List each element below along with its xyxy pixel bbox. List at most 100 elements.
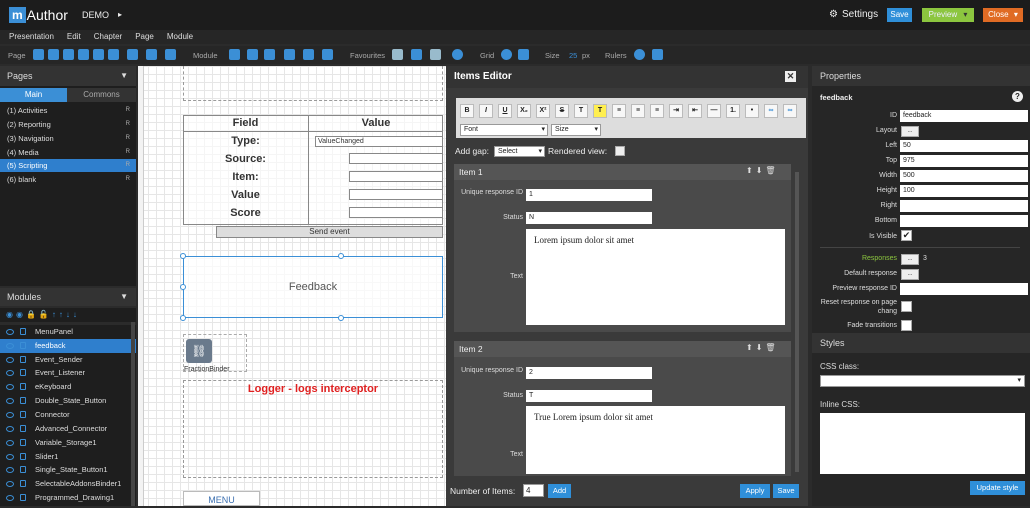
page-item-scripting[interactable]: (5) Scripting R: [0, 159, 136, 172]
page-props-icon[interactable]: [108, 49, 119, 60]
fade-transitions-checkbox[interactable]: [901, 320, 912, 331]
menu-presentation[interactable]: Presentation: [9, 30, 54, 44]
rulers-link-icon[interactable]: [652, 49, 663, 60]
value-field[interactable]: [349, 189, 443, 200]
copy-icon[interactable]: [264, 49, 275, 60]
item-field[interactable]: [349, 171, 443, 182]
dialog-save-button[interactable]: Save: [773, 484, 799, 498]
page-item-activities[interactable]: (1) Activities R: [0, 104, 136, 117]
highlight-button[interactable]: T: [593, 104, 607, 118]
lock-icon[interactable]: [20, 369, 26, 376]
text-area[interactable]: True Lorem ipsum dolor sit amet: [526, 406, 785, 474]
align-left-button[interactable]: ≡: [612, 104, 626, 118]
eye-icon[interactable]: [6, 467, 14, 473]
lock-icon[interactable]: [20, 480, 26, 487]
eye-icon[interactable]: [6, 329, 14, 335]
module-item[interactable]: Connector: [0, 408, 136, 422]
underline-button[interactable]: U: [498, 104, 512, 118]
eye-icon[interactable]: [6, 412, 14, 418]
type-field[interactable]: ValueChanged: [315, 136, 443, 147]
page-item-media[interactable]: (4) Media R: [0, 146, 136, 159]
save-button[interactable]: Save: [887, 8, 912, 22]
status-input[interactable]: T: [526, 390, 652, 402]
css-class-select[interactable]: ▾: [820, 375, 1025, 387]
play-icon[interactable]: ▸: [118, 10, 122, 19]
menu-module[interactable]: Module: [167, 30, 193, 44]
default-response-button[interactable]: ...: [901, 269, 919, 280]
delete-page-icon[interactable]: [93, 49, 104, 60]
prop-top-input[interactable]: 975: [900, 155, 1028, 167]
modules-scrollbar[interactable]: [131, 322, 135, 506]
eye-icon[interactable]: [6, 370, 14, 376]
unlink-button[interactable]: ∞: [783, 104, 797, 118]
distribute-icon[interactable]: [322, 49, 333, 60]
lock-icon[interactable]: [20, 494, 26, 501]
eye-icon[interactable]: [6, 454, 14, 460]
lock-icon[interactable]: [20, 397, 26, 404]
apply-button[interactable]: Apply: [740, 484, 770, 498]
align-right-button[interactable]: ≡: [650, 104, 664, 118]
status-input[interactable]: N: [526, 212, 652, 224]
grid-eye-icon[interactable]: [501, 49, 512, 60]
module-item[interactable]: Programmed_Drawing1: [0, 491, 136, 506]
font-select[interactable]: Font ▾: [460, 124, 548, 136]
add-page-icon[interactable]: [33, 49, 44, 60]
close-button[interactable]: Close ▾: [983, 8, 1023, 22]
rulers-eye-icon[interactable]: [634, 49, 645, 60]
align-center-button[interactable]: ≡: [631, 104, 645, 118]
unique-id-input[interactable]: 2: [526, 367, 652, 379]
menu-chapter[interactable]: Chapter: [94, 30, 122, 44]
prop-left-input[interactable]: 50: [900, 140, 1028, 152]
project-title[interactable]: DEMO: [82, 10, 109, 20]
strikethrough-button[interactable]: S: [555, 104, 569, 118]
number-of-items-input[interactable]: 4: [523, 484, 544, 497]
resize-handle[interactable]: [338, 315, 344, 321]
copy-page-icon[interactable]: [48, 49, 59, 60]
subscript-button[interactable]: X₂: [517, 104, 531, 118]
redo-icon[interactable]: [247, 49, 258, 60]
prop-visible-checkbox[interactable]: ✔: [901, 230, 912, 241]
superscript-button[interactable]: X²: [536, 104, 550, 118]
page-item-navigation[interactable]: (3) Navigation R: [0, 132, 136, 145]
lock-icon[interactable]: [20, 342, 26, 349]
align-icon[interactable]: [284, 49, 295, 60]
prop-width-input[interactable]: 500: [900, 170, 1028, 182]
rendered-view-checkbox[interactable]: [615, 146, 625, 156]
lock-icon[interactable]: [20, 328, 26, 335]
menu-page[interactable]: Page: [135, 30, 154, 44]
module-item[interactable]: Event_Sender: [0, 353, 136, 367]
indent-button[interactable]: ⇥: [669, 104, 683, 118]
group-icon[interactable]: [303, 49, 314, 60]
page-edit-icon[interactable]: [127, 49, 138, 60]
prop-id-input[interactable]: feedback: [900, 110, 1028, 122]
send-event-button[interactable]: Send event: [216, 226, 443, 238]
text-color-button[interactable]: T: [574, 104, 588, 118]
module-placeholder[interactable]: [183, 66, 443, 101]
bullet-list-button[interactable]: •: [745, 104, 759, 118]
prop-height-input[interactable]: 100: [900, 185, 1028, 197]
module-item[interactable]: Double_State_Button: [0, 394, 136, 408]
lock-icon[interactable]: [20, 439, 26, 446]
eye-icon[interactable]: [6, 343, 14, 349]
eye-icon[interactable]: [6, 426, 14, 432]
chevron-down-icon[interactable]: ▼: [120, 66, 128, 86]
items-scrollbar[interactable]: [795, 172, 799, 472]
preview-response-input[interactable]: [900, 283, 1028, 295]
lock-icon[interactable]: [20, 453, 26, 460]
unique-id-input[interactable]: 1: [526, 189, 652, 201]
link-button[interactable]: ∞: [764, 104, 778, 118]
image-module-icon[interactable]: [392, 49, 403, 60]
eye-icon[interactable]: [6, 481, 14, 487]
lock-icon[interactable]: [20, 356, 26, 363]
module-item[interactable]: eKeyboard: [0, 380, 136, 394]
move-down-icon[interactable]: [165, 49, 176, 60]
eye-icon[interactable]: [6, 384, 14, 390]
inline-css-textarea[interactable]: [820, 413, 1025, 474]
tab-commons[interactable]: Commons: [67, 88, 136, 102]
ordered-list-button[interactable]: 1.: [726, 104, 740, 118]
page-settings-icon[interactable]: [78, 49, 89, 60]
resize-handle[interactable]: [180, 284, 186, 290]
menu-edit[interactable]: Edit: [67, 30, 81, 44]
prop-layout-button[interactable]: ...: [901, 126, 919, 137]
module-item[interactable]: Variable_Storage1: [0, 436, 136, 450]
